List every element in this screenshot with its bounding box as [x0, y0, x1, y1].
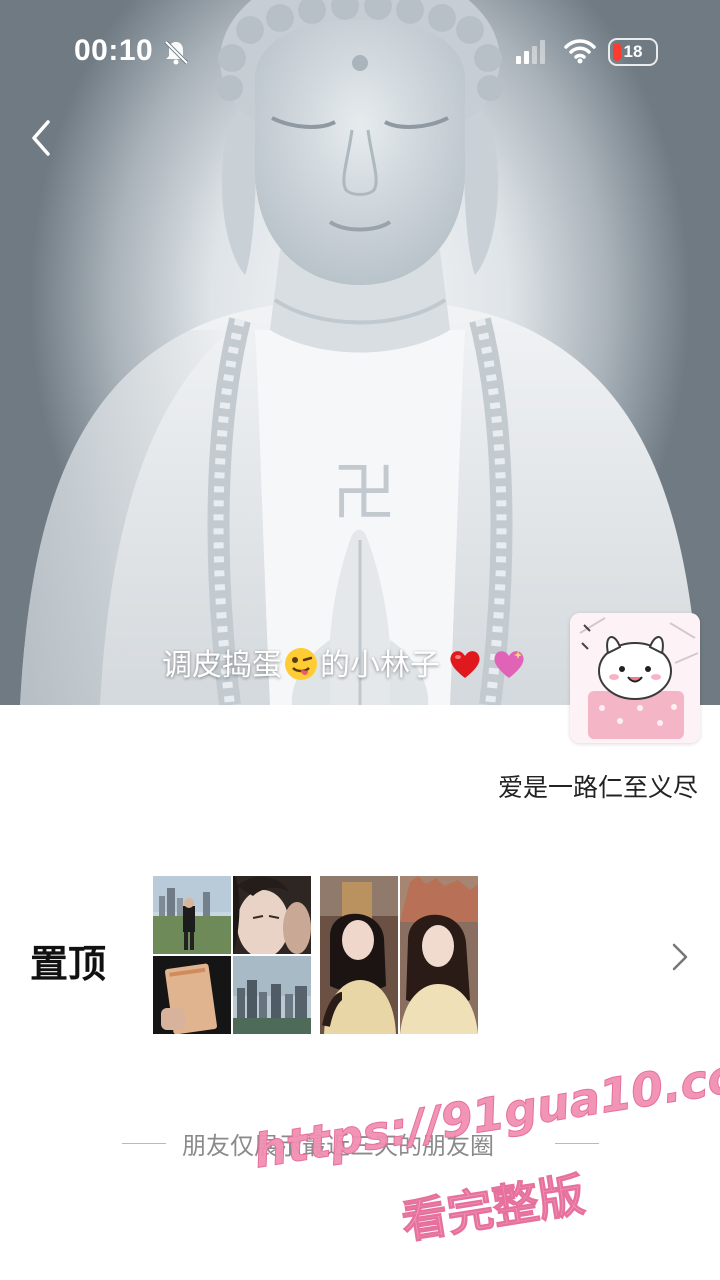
- profile-name-suffix: 的小林子: [320, 648, 440, 683]
- signal-icon: [516, 40, 545, 64]
- clock: 00:10: [74, 34, 154, 67]
- chevron-left-icon[interactable]: [28, 118, 54, 158]
- profile-name: 调皮捣蛋 的小林子: [162, 642, 528, 690]
- red-heart-icon: [450, 651, 480, 678]
- pinned-thumbnail: [153, 956, 231, 1034]
- status-bar: 00:10 18: [0, 0, 720, 100]
- buddha-statue-image: 卍: [20, 0, 700, 705]
- emblem-symbol: 卍: [332, 457, 396, 531]
- cover-image[interactable]: 卍: [0, 0, 720, 705]
- pinned-thumbnail: [233, 876, 311, 954]
- pinned-label: 置顶: [30, 942, 107, 986]
- battery-fill: [613, 43, 621, 61]
- watermark-cta: 看完整版: [397, 1167, 589, 1250]
- wifi-icon: [564, 39, 596, 64]
- profile-signature: 爱是一路仁至义尽: [497, 773, 698, 802]
- pinned-thumbnail: [320, 876, 398, 1034]
- watermark: https://91gua10.com 看完整版: [249, 1040, 720, 1280]
- pinned-thumbnail: [153, 876, 231, 954]
- pinned-post[interactable]: [320, 876, 478, 1034]
- avatar[interactable]: [570, 613, 700, 743]
- pinned-thumbnail: [233, 956, 311, 1034]
- bell-slash-icon: [164, 40, 189, 65]
- avatar-image: [570, 613, 700, 743]
- watermark-url: https://91gua10.com: [249, 1040, 720, 1179]
- divider: [122, 1143, 166, 1144]
- sparkling-pink-heart-icon: [494, 651, 524, 678]
- chevron-right-icon[interactable]: [670, 942, 690, 972]
- battery-indicator: 18: [608, 38, 658, 66]
- profile-name-prefix: 调皮捣蛋: [162, 648, 282, 683]
- battery-level: 18: [623, 42, 643, 61]
- pinned-post[interactable]: [153, 876, 311, 1034]
- pinned-thumbnail: [400, 876, 478, 1034]
- winking-face-tongue-icon: [285, 648, 317, 680]
